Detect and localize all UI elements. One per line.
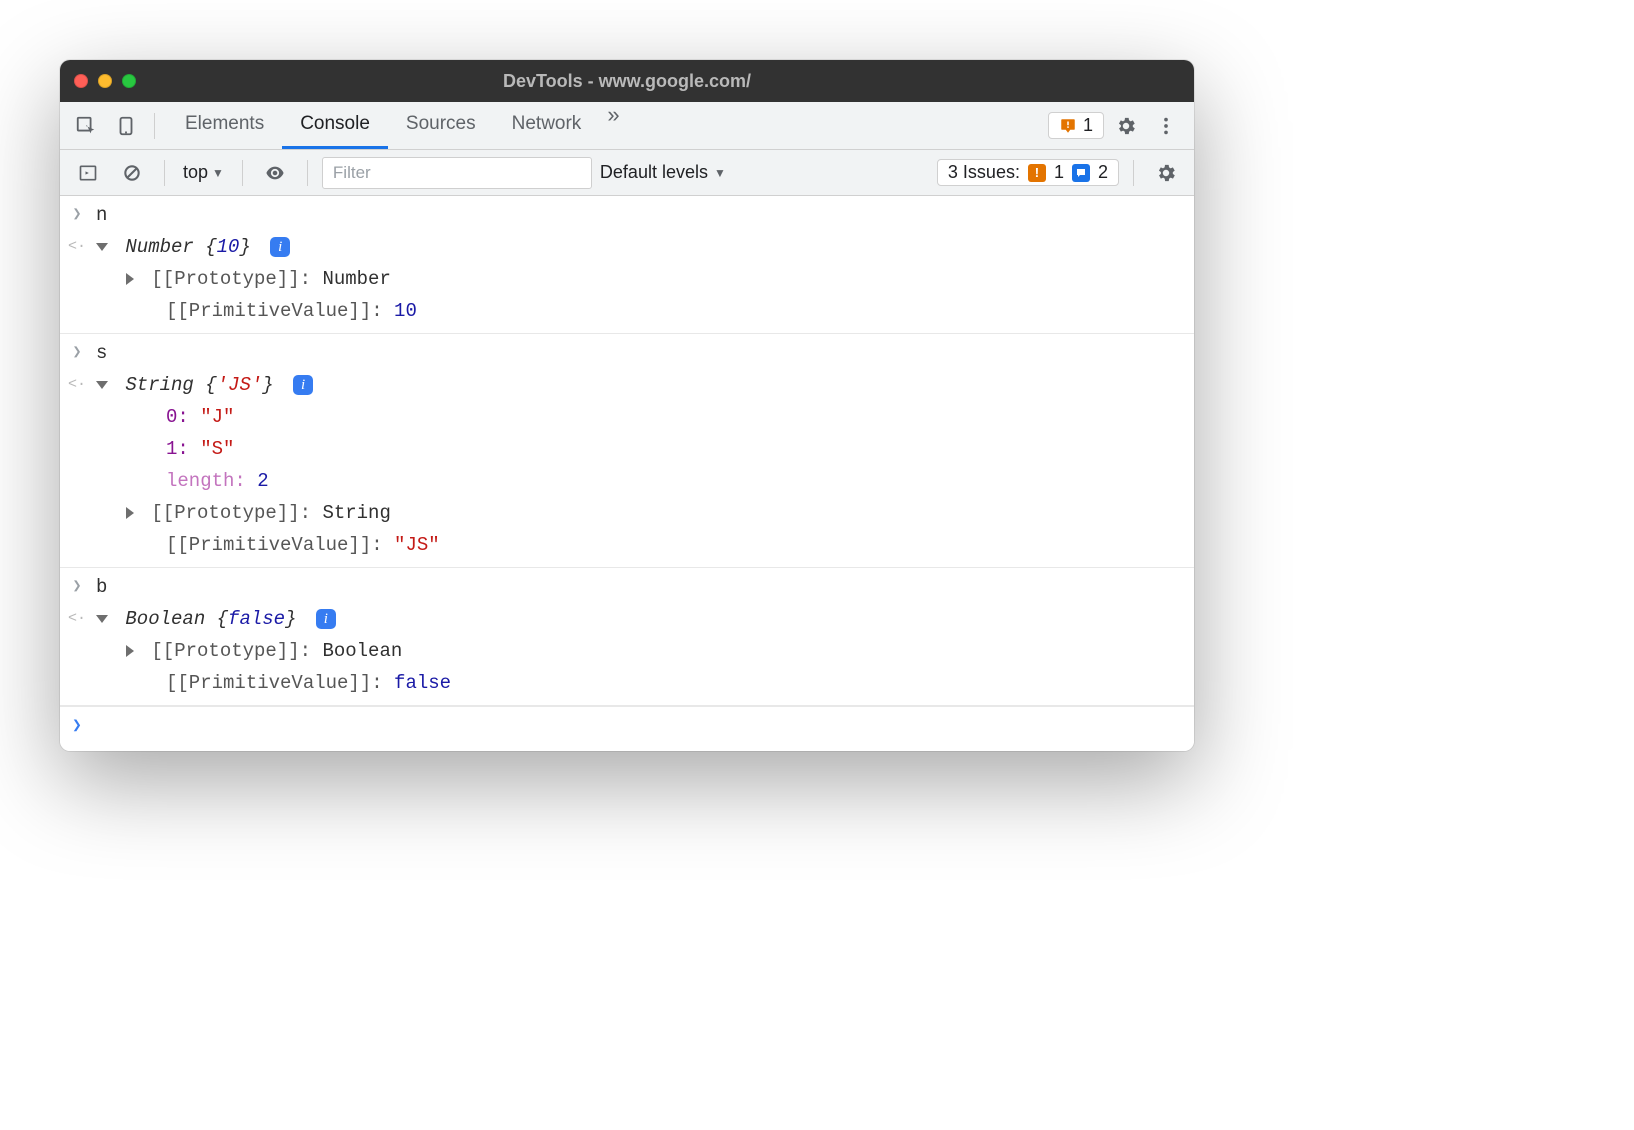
- input-text: b: [96, 574, 107, 600]
- expand-toggle-icon[interactable]: [96, 381, 108, 389]
- live-expression-icon[interactable]: [257, 155, 293, 191]
- output-marker-icon: <·: [68, 372, 86, 398]
- output-marker-icon: <·: [68, 234, 86, 260]
- expand-toggle-icon[interactable]: [96, 243, 108, 251]
- info-icon[interactable]: i: [316, 609, 336, 629]
- input-marker-icon: ❯: [68, 574, 86, 600]
- toggle-sidebar-icon[interactable]: [70, 155, 106, 191]
- console-output-row[interactable]: <· Number {10} i: [60, 231, 1194, 263]
- issues-label: 3 Issues:: [948, 162, 1020, 183]
- object-property-row: [[PrimitiveValue]]: false: [60, 667, 1194, 699]
- object-property-row: [[PrimitiveValue]]: 10: [60, 295, 1194, 327]
- toolbar-divider: [307, 160, 308, 186]
- console-input-row: ❯ s: [60, 337, 1194, 369]
- issues-badge[interactable]: 3 Issues: ! 1 2: [937, 159, 1119, 186]
- clear-console-icon[interactable]: [114, 155, 150, 191]
- expand-toggle-icon[interactable]: [126, 273, 134, 285]
- object-property-row: 1: "S": [60, 433, 1194, 465]
- wrapper-class: Number: [125, 236, 193, 258]
- toolbar-divider: [242, 160, 243, 186]
- tab-elements[interactable]: Elements: [167, 102, 282, 149]
- console-input-row: ❯ n: [60, 199, 1194, 231]
- warning-icon: [1059, 117, 1077, 135]
- expand-toggle-icon[interactable]: [126, 645, 134, 657]
- console-settings-icon[interactable]: [1148, 155, 1184, 191]
- console-output: ❯ n <· Number {10} i [[Prototype]]: Numb…: [60, 196, 1194, 751]
- device-toolbar-icon[interactable]: [108, 108, 144, 144]
- toolbar-divider: [1133, 160, 1134, 186]
- console-group: ❯ s <· String {'JS'} i 0: "J": [60, 334, 1194, 568]
- input-text: n: [96, 202, 107, 228]
- more-tabs-icon[interactable]: »: [599, 102, 627, 149]
- toolbar-divider: [154, 113, 155, 139]
- window-close-button[interactable]: [74, 74, 88, 88]
- prompt-marker-icon: ❯: [68, 713, 86, 739]
- input-marker-icon: ❯: [68, 202, 86, 228]
- info-icon[interactable]: i: [270, 237, 290, 257]
- info-icon[interactable]: i: [293, 375, 313, 395]
- wrapper-class: Boolean: [125, 608, 205, 630]
- log-levels-label: Default levels: [600, 162, 708, 183]
- expand-toggle-icon[interactable]: [96, 615, 108, 623]
- console-output-row[interactable]: <· String {'JS'} i: [60, 369, 1194, 401]
- warnings-badge[interactable]: 1: [1048, 112, 1104, 139]
- tab-console[interactable]: Console: [282, 102, 388, 149]
- issues-warn-count: 1: [1054, 162, 1064, 183]
- log-levels-selector[interactable]: Default levels ▼: [600, 162, 726, 183]
- window-title: DevTools - www.google.com/: [60, 71, 1194, 92]
- object-property-row: 0: "J": [60, 401, 1194, 433]
- console-toolbar: top ▼ Default levels ▼ 3 Issues: ! 1 2: [60, 150, 1194, 196]
- chevron-down-icon: ▼: [714, 166, 726, 180]
- console-group: ❯ n <· Number {10} i [[Prototype]]: Numb…: [60, 196, 1194, 334]
- settings-icon[interactable]: [1108, 108, 1144, 144]
- inspect-element-icon[interactable]: [68, 108, 104, 144]
- titlebar: DevTools - www.google.com/: [60, 60, 1194, 102]
- window-minimize-button[interactable]: [98, 74, 112, 88]
- warning-icon: !: [1028, 164, 1046, 182]
- window-traffic-lights: [74, 74, 136, 88]
- console-input-row: ❯ b: [60, 571, 1194, 603]
- context-selector[interactable]: top ▼: [179, 160, 228, 185]
- issues-info-count: 2: [1098, 162, 1108, 183]
- wrapper-class: String: [125, 374, 193, 396]
- window-zoom-button[interactable]: [122, 74, 136, 88]
- devtools-window: DevTools - www.google.com/ Elements Cons…: [60, 60, 1194, 751]
- object-property-row: length: 2: [60, 465, 1194, 497]
- warnings-count: 1: [1083, 115, 1093, 136]
- panel-tabs: Elements Console Sources Network »: [167, 102, 628, 149]
- console-prompt[interactable]: ❯: [60, 706, 1194, 751]
- info-icon: [1072, 164, 1090, 182]
- input-text: s: [96, 340, 107, 366]
- object-property-row[interactable]: [[Prototype]]: String: [60, 497, 1194, 529]
- chevron-down-icon: ▼: [212, 166, 224, 180]
- toolbar-divider: [164, 160, 165, 186]
- tab-network[interactable]: Network: [494, 102, 600, 149]
- context-label: top: [183, 162, 208, 183]
- output-marker-icon: <·: [68, 606, 86, 632]
- object-property-row: [[PrimitiveValue]]: "JS": [60, 529, 1194, 561]
- console-group: ❯ b <· Boolean {false} i [[Prototype]]: …: [60, 568, 1194, 706]
- object-property-row[interactable]: [[Prototype]]: Boolean: [60, 635, 1194, 667]
- console-output-row[interactable]: <· Boolean {false} i: [60, 603, 1194, 635]
- input-marker-icon: ❯: [68, 340, 86, 366]
- kebab-menu-icon[interactable]: [1148, 108, 1184, 144]
- object-property-row[interactable]: [[Prototype]]: Number: [60, 263, 1194, 295]
- expand-toggle-icon[interactable]: [126, 507, 134, 519]
- tab-sources[interactable]: Sources: [388, 102, 494, 149]
- filter-input[interactable]: [322, 157, 592, 189]
- main-toolbar: Elements Console Sources Network » 1: [60, 102, 1194, 150]
